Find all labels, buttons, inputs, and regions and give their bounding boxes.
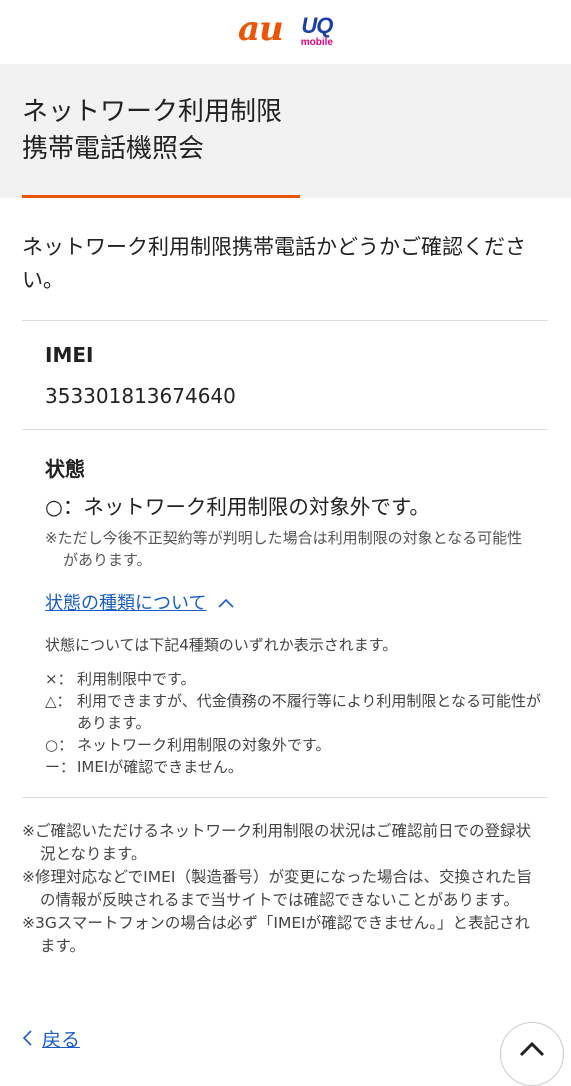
legend-symbol: ○： xyxy=(45,736,74,754)
uq-logo-subtext: mobile xyxy=(300,36,333,48)
back-link[interactable]: 戻る xyxy=(22,1025,80,1052)
title-accent-underline xyxy=(22,195,300,198)
status-label: 状態 xyxy=(45,457,85,481)
legend-symbol: ×： xyxy=(45,670,73,688)
legend-text: 利用できますが、代金債務の不履行等により利用制限となる可能性があります。 xyxy=(77,692,541,732)
back-link-label: 戻る xyxy=(42,1029,81,1051)
legend-text: 利用制限中です。 xyxy=(77,670,196,688)
legend-item: ー： IMEIが確認できません。 xyxy=(45,756,545,778)
status-legend: ×： 利用制限中です。 △： 利用できますが、代金債務の不履行等により利用制限と… xyxy=(45,668,545,778)
legend-item: ×： 利用制限中です。 xyxy=(45,668,545,690)
legend-item: △： 利用できますが、代金債務の不履行等により利用制限となる可能性があります。 xyxy=(45,690,545,734)
imei-value: 353301813674640 xyxy=(45,384,236,408)
divider xyxy=(22,429,548,430)
divider xyxy=(22,797,548,798)
note-item: ※ご確認いただけるネットワーク利用制限の状況はご確認前日での登録状況となります。 xyxy=(22,822,531,863)
scroll-to-top-button[interactable] xyxy=(500,1022,564,1086)
page-title: ネットワーク利用制限 携帯電話機照会 xyxy=(22,94,282,168)
legend-symbol: ー： xyxy=(45,758,76,776)
status-types-link-label: 状態の種類について xyxy=(45,593,207,614)
page-title-band: ネットワーク利用制限 携帯電話機照会 xyxy=(0,64,571,198)
status-types-intro: 状態については下記4種類のいずれか表示されます。 xyxy=(45,636,398,654)
legend-text: ネットワーク利用制限の対象外です。 xyxy=(77,736,331,754)
uq-logo-text: UQ xyxy=(301,12,333,38)
notes-section: ※ご確認いただけるネットワーク利用制限の状況はご確認前日での登録状況となります。… xyxy=(22,820,542,958)
uq-mobile-logo[interactable]: UQ mobile xyxy=(300,12,334,48)
status-note: ※ただし今後不正契約等が判明した場合は利用制限の対象となる可能性があります。 xyxy=(45,529,523,569)
lead-text: ネットワーク利用制限携帯電話かどうかご確認ください。 xyxy=(22,235,526,292)
status-types-toggle[interactable]: 状態の種類について xyxy=(45,589,235,615)
chevron-left-icon xyxy=(22,1027,32,1051)
chevron-up-icon xyxy=(218,593,235,612)
site-header: au UQ mobile xyxy=(0,0,571,64)
page-title-line2: 携帯電話機照会 xyxy=(22,134,205,164)
status-result: ○：ネットワーク利用制限の対象外です。 xyxy=(45,495,430,519)
legend-text: IMEIが確認できません。 xyxy=(77,758,243,776)
page-title-line1: ネットワーク利用制限 xyxy=(22,97,283,127)
legend-item: ○： ネットワーク利用制限の対象外です。 xyxy=(45,734,545,756)
imei-label: IMEI xyxy=(45,343,94,367)
chevron-up-icon xyxy=(519,1041,545,1057)
legend-symbol: △： xyxy=(45,692,72,710)
divider xyxy=(22,320,548,321)
au-logo[interactable]: au xyxy=(238,12,284,46)
note-item: ※修理対応などでIMEI（製造番号）が変更になった場合は、交換された旨の情報が反… xyxy=(22,868,532,909)
note-item: ※3Gスマートフォンの場合は必ず「IMEIが確認できません。」と表記されます。 xyxy=(22,914,530,955)
